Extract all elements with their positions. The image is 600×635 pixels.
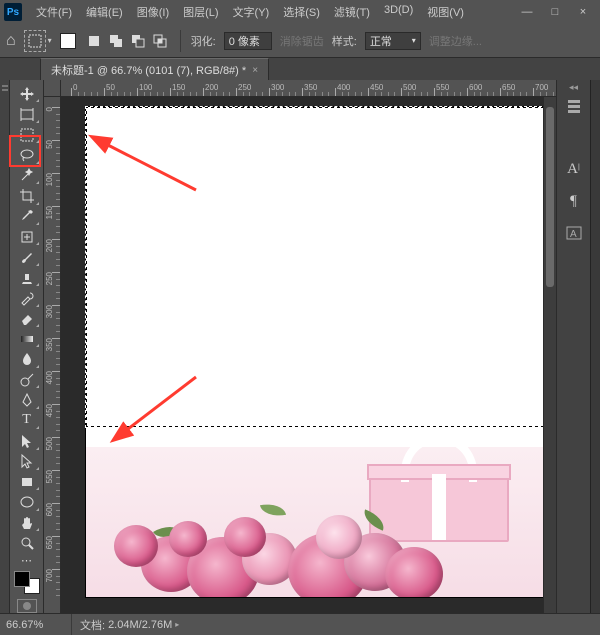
refine-edge-button: 调整边缘... [429, 33, 482, 49]
menu-bar: 文件(F) 编辑(E) 图像(I) 图层(L) 文字(Y) 选择(S) 滤镜(T… [30, 2, 470, 22]
ruler-horizontal[interactable]: 0501001502002503003504004505005506006507… [61, 80, 556, 97]
glyphs-panel-icon[interactable]: A [563, 222, 585, 244]
character-panel-icon[interactable]: A| [563, 158, 585, 180]
crop-tool[interactable] [14, 186, 40, 205]
menu-edit[interactable]: 编辑(E) [80, 2, 129, 22]
right-panel-strip: ◂◂ A| ¶ A [556, 80, 590, 613]
minimize-button[interactable]: — [520, 5, 534, 19]
zoom-tool[interactable] [14, 533, 40, 552]
move-tool[interactable] [14, 84, 40, 103]
giftbox-graphic [369, 472, 509, 542]
selection-new-icon[interactable] [84, 31, 104, 51]
spot-heal-tool[interactable] [14, 227, 40, 246]
maximize-button[interactable]: □ [548, 5, 562, 19]
style-value: 正常 [370, 33, 392, 49]
brush-tool[interactable] [14, 247, 40, 266]
menu-layer[interactable]: 图层(L) [177, 2, 224, 22]
document-tab-strip: 未标题-1 @ 66.7% (0101 (7), RGB/8#) * × [0, 58, 600, 80]
document-size[interactable]: 文档: 2.04M/2.76M ▸ [72, 617, 187, 633]
document-area: 0501001502002503003504004505005506006507… [44, 80, 556, 613]
ruler-corner [44, 80, 61, 97]
chevron-down-icon: ▾ [412, 36, 416, 45]
style-select[interactable]: 正常 ▾ [365, 32, 421, 50]
expand-panels-icon[interactable]: ◂◂ [559, 82, 588, 92]
lasso-tool[interactable] [14, 145, 40, 164]
menu-view[interactable]: 视图(V) [421, 2, 470, 22]
type-tool[interactable]: T [14, 411, 40, 430]
quickmask-toggle[interactable] [17, 599, 37, 613]
document-tab-title: 未标题-1 @ 66.7% (0101 (7), RGB/8#) * [51, 62, 246, 78]
paragraph-panel-icon[interactable]: ¶ [563, 190, 585, 212]
antialias-label: 消除锯齿 [280, 33, 324, 49]
doc-size-value: 2.04M/2.76M [108, 619, 172, 631]
image-content [86, 447, 543, 597]
hand-tool[interactable] [14, 513, 40, 532]
foreground-color-swatch[interactable] [14, 571, 30, 587]
selection-intersect-icon[interactable] [150, 31, 170, 51]
selection-mode-group [84, 31, 170, 51]
canvas-viewport[interactable] [61, 97, 543, 613]
feather-label: 羽化: [191, 33, 216, 49]
scrollbar-vertical[interactable] [543, 97, 556, 613]
rectangle-shape-tool[interactable] [14, 472, 40, 491]
clone-stamp-tool[interactable] [14, 268, 40, 287]
edge-strip [590, 80, 600, 613]
menu-image[interactable]: 图像(I) [131, 2, 175, 22]
menu-file[interactable]: 文件(F) [30, 2, 78, 22]
tool-preset-picker[interactable] [24, 30, 46, 52]
eyedropper-tool[interactable] [14, 207, 40, 226]
app-logo: Ps [4, 3, 22, 21]
home-icon[interactable]: ⌂ [6, 32, 16, 50]
ruler-vertical[interactable]: 0501001502002503003504004505005506006507… [44, 97, 61, 613]
fg-bg-swatch[interactable] [14, 571, 40, 594]
close-button[interactable]: × [576, 5, 590, 19]
edit-toolbar-button[interactable]: ⋯ [14, 554, 40, 567]
selection-marquee [86, 107, 543, 427]
style-label: 样式: [332, 33, 357, 49]
ellipse-shape-tool[interactable] [14, 492, 40, 511]
history-brush-tool[interactable] [14, 288, 40, 307]
svg-text:A: A [570, 229, 577, 240]
eraser-tool[interactable] [14, 309, 40, 328]
titlebar: Ps 文件(F) 编辑(E) 图像(I) 图层(L) 文字(Y) 选择(S) 滤… [0, 0, 600, 24]
chevron-right-icon: ▸ [175, 620, 179, 629]
blur-tool[interactable] [14, 349, 40, 368]
gradient-tool[interactable] [14, 329, 40, 348]
path-select-tool[interactable] [14, 431, 40, 450]
options-bar: ⌂ ▾ 羽化: 消除锯齿 样式: 正常 ▾ 调整边缘... [0, 24, 600, 58]
selection-add-icon[interactable] [106, 31, 126, 51]
divider [180, 30, 181, 52]
close-icon[interactable]: × [252, 65, 258, 76]
dodge-tool[interactable] [14, 370, 40, 389]
zoom-level[interactable]: 66.67% [0, 614, 72, 635]
status-bar: 66.67% 文档: 2.04M/2.76M ▸ [0, 613, 600, 635]
menu-type[interactable]: 文字(Y) [227, 2, 276, 22]
document-canvas[interactable] [86, 107, 543, 597]
feather-input[interactable] [224, 32, 272, 50]
main-area: T ⋯ 050100150200250300350400450500550600… [0, 80, 600, 613]
pen-tool[interactable] [14, 390, 40, 409]
menu-select[interactable]: 选择(S) [277, 2, 326, 22]
foreground-swatch-icon[interactable] [60, 33, 76, 49]
marquee-tool[interactable] [14, 125, 40, 144]
scrollbar-thumb[interactable] [546, 107, 554, 287]
artboard-tool[interactable] [14, 104, 40, 123]
direct-select-tool[interactable] [14, 452, 40, 471]
doc-size-label: 文档: [80, 617, 105, 633]
chevron-down-icon[interactable]: ▾ [48, 36, 52, 45]
magic-wand-tool[interactable] [14, 166, 40, 185]
history-panel-icon[interactable] [563, 96, 585, 118]
selection-subtract-icon[interactable] [128, 31, 148, 51]
menu-3d[interactable]: 3D(D) [378, 2, 419, 22]
menu-filter[interactable]: 滤镜(T) [328, 2, 376, 22]
panel-strip-left[interactable] [0, 80, 10, 613]
tool-palette: T ⋯ [10, 80, 44, 613]
window-controls: — □ × [520, 5, 596, 19]
document-tab[interactable]: 未标题-1 @ 66.7% (0101 (7), RGB/8#) * × [40, 58, 269, 80]
